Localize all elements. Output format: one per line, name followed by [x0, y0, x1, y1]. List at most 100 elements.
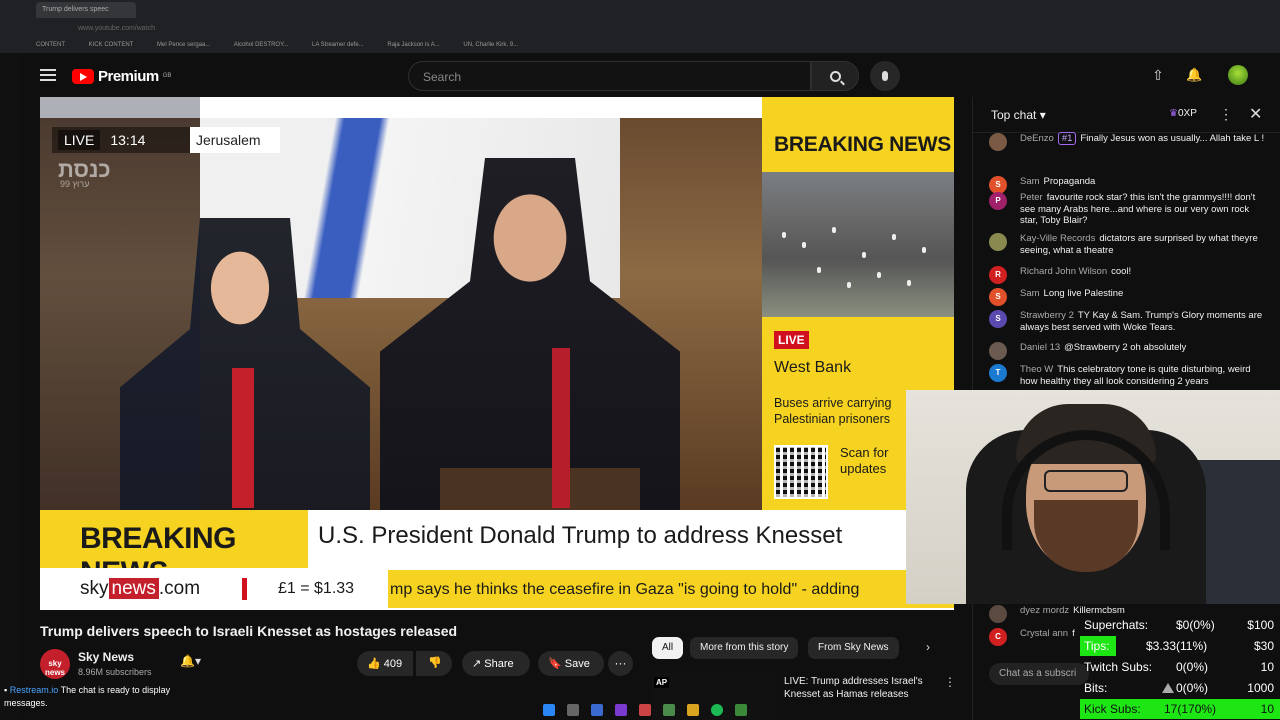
- goal-target: 10: [1260, 702, 1274, 716]
- recommended-title[interactable]: LIVE: Trump addresses Israel's Knesset a…: [784, 675, 934, 701]
- bookmark-item[interactable]: KICK CONTENT: [89, 42, 134, 48]
- youtube-play-icon: [72, 68, 94, 84]
- breaking-news-label: BREAKING NEWS: [40, 510, 308, 589]
- chat-author[interactable]: dyez mordz: [1020, 605, 1069, 616]
- chat-author[interactable]: Crystal ann: [1020, 628, 1068, 639]
- xbox-icon[interactable]: [735, 704, 747, 716]
- bits-icon: [1162, 683, 1174, 693]
- xp-badge[interactable]: ♛0XP: [1169, 108, 1197, 119]
- ticker-bar: sky news .com £1 = $1.33 mp says he thinks…: [40, 568, 954, 610]
- chat-avatar[interactable]: S: [989, 310, 1007, 328]
- chat-author[interactable]: Sam: [1020, 288, 1040, 299]
- chat-author[interactable]: Sam: [1020, 176, 1040, 187]
- logo-com: .com: [158, 578, 201, 599]
- recommended-menu-icon[interactable]: ⋮: [944, 675, 956, 689]
- chat-text: This celebratory tone is quite disturbin…: [1020, 364, 1251, 387]
- search-input[interactable]: Search: [408, 61, 811, 91]
- chat-message[interactable]: T Theo W This celebratory tone is quite di…: [989, 364, 1269, 387]
- chat-author[interactable]: DeEnzo: [1020, 133, 1054, 144]
- chat-menu-icon[interactable]: ⋮: [1219, 106, 1233, 123]
- chip-more-from-story[interactable]: More from this story: [690, 637, 799, 659]
- search-button[interactable]: [811, 61, 859, 91]
- chat-author[interactable]: Peter: [1020, 192, 1043, 203]
- chat-text: favourite rock star? this isn't the gram…: [1020, 192, 1256, 226]
- chip-all[interactable]: All: [652, 637, 684, 659]
- video-player[interactable]: LIVE 13:14 Jerusalem כנסת ערוץ 99 BREAKI…: [40, 97, 954, 610]
- task-view-icon[interactable]: [591, 704, 603, 716]
- chat-avatar[interactable]: [989, 233, 1007, 251]
- chat-author[interactable]: Theo W: [1020, 364, 1053, 375]
- channel-avatar[interactable]: sky news: [40, 649, 70, 679]
- chat-avatar[interactable]: P: [989, 192, 1007, 210]
- bookmark-item[interactable]: LA Streamer defe...: [312, 42, 364, 48]
- chat-message-body: Theo W This celebratory tone is quite dis…: [1020, 364, 1269, 387]
- like-button[interactable]: 👍 409: [357, 651, 413, 676]
- chat-avatar[interactable]: R: [989, 266, 1007, 284]
- browser-toolbar: www.youtube.com/watch: [0, 20, 1280, 38]
- voice-search-button[interactable]: [870, 61, 900, 91]
- search-taskbar-icon[interactable]: [567, 704, 579, 716]
- channel-watermark-sub: ערוץ 99: [60, 179, 90, 189]
- share-button[interactable]: ↗ Share: [462, 651, 530, 676]
- save-button[interactable]: 🔖 Save: [538, 651, 604, 676]
- chat-avatar[interactable]: [989, 342, 1007, 360]
- spotify-icon[interactable]: [711, 704, 723, 716]
- chat-avatar[interactable]: T: [989, 364, 1007, 382]
- chat-message[interactable]: Daniel 13 @Strawberry 2 oh absolutely: [989, 342, 1269, 360]
- chat-author[interactable]: Daniel 13: [1020, 342, 1060, 353]
- xp-value: 0XP: [1177, 108, 1197, 119]
- browser-icon[interactable]: [663, 704, 675, 716]
- chat-message[interactable]: P Peter favourite rock star? this isn't th…: [989, 192, 1269, 227]
- restream-icon: ▪: [4, 685, 8, 695]
- chip-from-sky-news[interactable]: From Sky News: [808, 637, 899, 659]
- chat-mode-dropdown[interactable]: Top chat ▾: [991, 108, 1046, 122]
- subscribe-bell-icon[interactable]: 🔔▾: [180, 654, 202, 674]
- address-bar[interactable]: www.youtube.com/watch: [70, 23, 970, 36]
- chat-message[interactable]: Kay-Ville Records dictators are surprised…: [989, 233, 1269, 256]
- recorder-icon[interactable]: [639, 704, 651, 716]
- bookmark-item[interactable]: CONTENT: [36, 42, 65, 48]
- chat-message-body: DeEnzo #1 Finally Jesus won as usually... …: [1020, 132, 1269, 145]
- notifications-icon[interactable]: 🔔: [1186, 67, 1202, 83]
- chat-input[interactable]: Chat as a subscri: [989, 663, 1089, 685]
- chat-message[interactable]: S Strawberry 2 TY Kay & Sam. Trump's Glory…: [989, 310, 1269, 333]
- crowd-image: [762, 172, 954, 317]
- tie-left: [232, 368, 254, 508]
- chat-message-body: Richard John Wilson cool!: [1020, 266, 1269, 278]
- bookmark-item[interactable]: UN, Charlie Kirk, 9...: [463, 42, 518, 48]
- bookmark-item[interactable]: Raja Jackson is A...: [387, 42, 439, 48]
- goal-superchats: Superchats: $0(0%) $100: [1080, 615, 1280, 635]
- chat-message[interactable]: S Sam Long live Palestine: [989, 288, 1269, 306]
- chat-avatar[interactable]: C: [989, 628, 1007, 646]
- chat-message[interactable]: S Sam Propaganda: [989, 176, 1269, 194]
- menu-icon[interactable]: [40, 69, 56, 81]
- chat-author[interactable]: Kay-Ville Records: [1020, 233, 1095, 244]
- news-ticker: mp says he thinks the ceasefire in Gaza …: [388, 570, 954, 608]
- app-icon[interactable]: [615, 704, 627, 716]
- chat-avatar[interactable]: S: [989, 288, 1007, 306]
- lower-third: BREAKING NEWS U.S. President Donald Trum…: [40, 510, 954, 610]
- chat-avatar[interactable]: [989, 605, 1007, 623]
- goal-label: Tips:: [1084, 639, 1110, 653]
- close-icon[interactable]: ✕: [1249, 104, 1262, 124]
- chevron-right-icon[interactable]: ›: [926, 640, 930, 654]
- chat-text: Finally Jesus won as usually... Allah ta…: [1080, 133, 1265, 144]
- dislike-button[interactable]: 👎: [416, 651, 452, 676]
- chat-message[interactable]: R Richard John Wilson cool!: [989, 266, 1269, 284]
- more-actions-button[interactable]: ···: [608, 651, 633, 676]
- chat-message[interactable]: DeEnzo #1 Finally Jesus won as usually... …: [989, 132, 1269, 151]
- folder-icon[interactable]: [687, 704, 699, 716]
- account-avatar[interactable]: [1228, 65, 1248, 85]
- chat-avatar[interactable]: [989, 133, 1007, 151]
- chat-text: cool!: [1111, 266, 1132, 277]
- youtube-logo[interactable]: Premium GB: [72, 66, 171, 86]
- browser-tab[interactable]: Trump delivers speec: [36, 2, 136, 18]
- chat-author[interactable]: Richard John Wilson: [1020, 266, 1107, 277]
- share-label: Share: [484, 658, 514, 670]
- upload-icon[interactable]: ⇧: [1150, 67, 1166, 83]
- chat-author[interactable]: Strawberry 2: [1020, 310, 1074, 321]
- bookmark-item[interactable]: Alcohol DESTROY...: [234, 42, 289, 48]
- start-icon[interactable]: [543, 704, 555, 716]
- channel-name[interactable]: Sky News: [78, 650, 134, 664]
- bookmark-item[interactable]: Mel Pence sergaa...: [157, 42, 210, 48]
